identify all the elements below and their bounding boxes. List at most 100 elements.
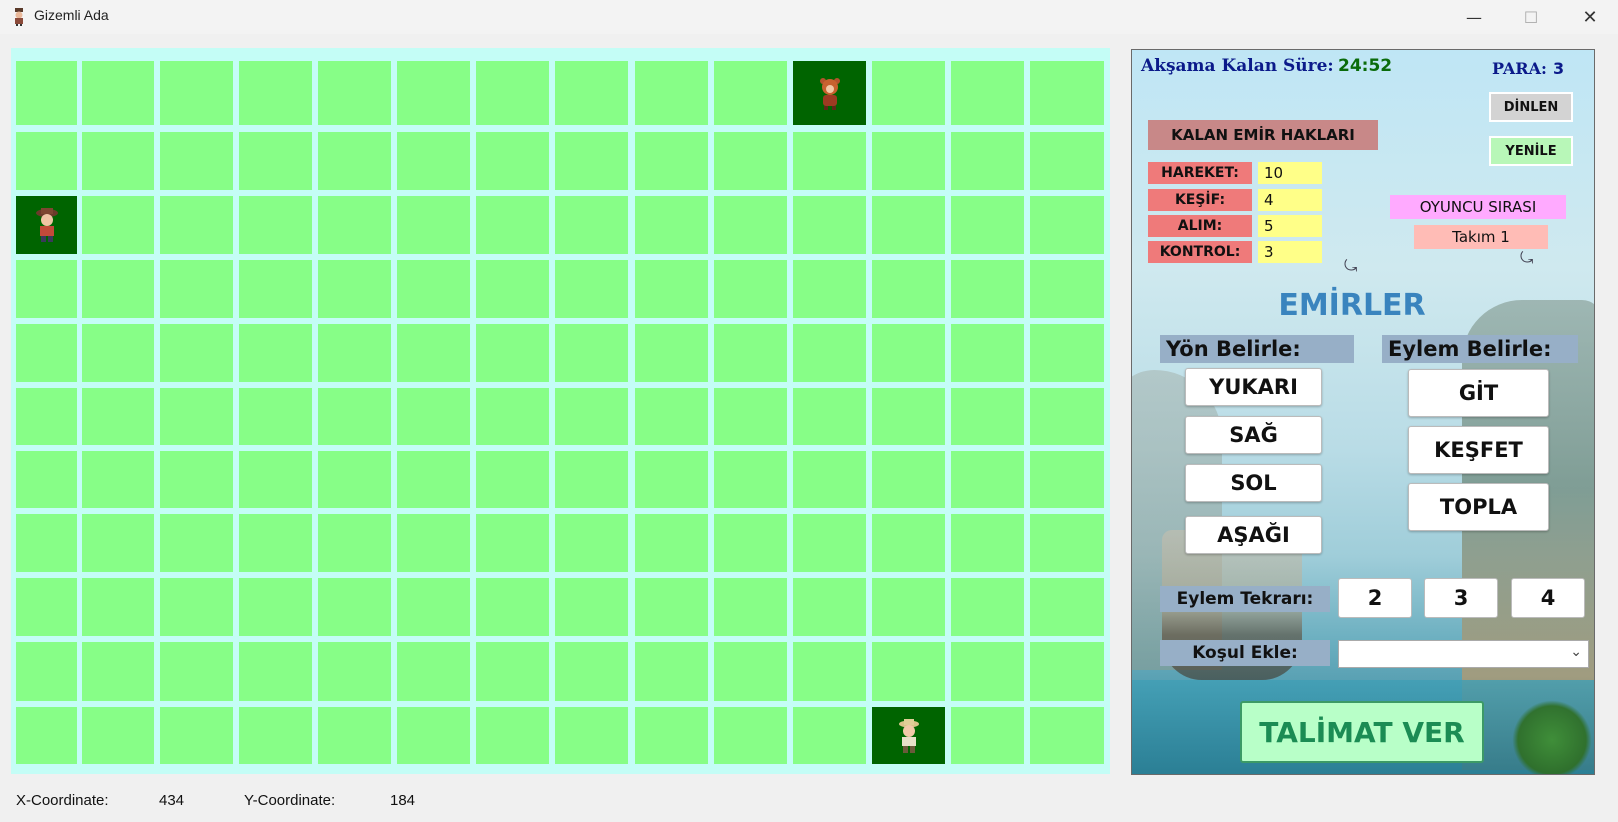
board-cell[interactable] [1030,132,1104,190]
board-cell[interactable] [635,61,708,125]
board-cell[interactable] [397,451,470,508]
board-cell[interactable] [1030,388,1104,445]
board-cell[interactable] [714,451,787,508]
board-cell[interactable] [793,514,866,572]
board-cell[interactable] [82,260,154,318]
board-cell[interactable] [714,578,787,636]
board-cell[interactable] [951,514,1024,572]
board-cell[interactable] [318,61,391,125]
board-cell[interactable] [239,61,312,125]
board-cell[interactable] [951,260,1024,318]
board-cell[interactable] [318,260,391,318]
board-cell[interactable] [1030,324,1104,382]
board-cell[interactable] [476,707,549,764]
board-cell[interactable] [239,196,312,254]
board-cell[interactable] [714,514,787,572]
condition-select[interactable]: ⌄ [1338,640,1589,668]
board-cell[interactable] [951,132,1024,190]
board-cell[interactable] [793,324,866,382]
board-cell[interactable] [872,578,945,636]
board-cell[interactable] [318,578,391,636]
board-cell[interactable] [318,324,391,382]
board-cell[interactable] [555,196,628,254]
board-cell[interactable] [318,132,391,190]
board-cell[interactable] [872,324,945,382]
board-cell[interactable] [793,196,866,254]
board-cell[interactable] [555,642,628,701]
rest-button[interactable]: DİNLEN [1489,92,1573,122]
board-cell[interactable] [318,642,391,701]
board-cell[interactable] [1030,514,1104,572]
board-cell[interactable] [239,132,312,190]
board-cell[interactable] [635,388,708,445]
board-cell[interactable] [714,642,787,701]
board-cell[interactable] [239,260,312,318]
board-cell[interactable] [239,514,312,572]
board-cell[interactable] [951,642,1024,701]
left-button[interactable]: SOL [1185,464,1322,502]
board-cell[interactable] [82,514,154,572]
board-cell[interactable] [951,324,1024,382]
board-cell[interactable] [793,642,866,701]
repeat-2-button[interactable]: 2 [1338,578,1412,618]
board-cell[interactable] [318,196,391,254]
board-cell[interactable] [16,514,77,572]
board-cell[interactable] [239,642,312,701]
board-cell[interactable] [16,132,77,190]
board-cell[interactable] [397,642,470,701]
board-cell[interactable] [16,578,77,636]
board-cell[interactable] [635,260,708,318]
board-cell[interactable] [318,707,391,764]
down-button[interactable]: AŞAĞI [1185,516,1322,554]
board-cell[interactable] [793,61,866,125]
board-cell[interactable] [872,61,945,125]
board-cell[interactable] [160,514,233,572]
board-cell[interactable] [872,451,945,508]
board-cell[interactable] [160,196,233,254]
board-cell[interactable] [160,132,233,190]
minimize-icon[interactable]: — [1446,0,1502,34]
collect-button[interactable]: TOPLA [1408,483,1549,531]
maximize-icon[interactable]: ☐ [1503,0,1559,34]
board-cell[interactable] [82,132,154,190]
board-cell[interactable] [1030,61,1104,125]
board-cell[interactable] [951,196,1024,254]
board-cell[interactable] [635,578,708,636]
board-cell[interactable] [476,132,549,190]
board-cell[interactable] [397,132,470,190]
board-cell[interactable] [160,642,233,701]
board-cell[interactable] [160,324,233,382]
board-cell[interactable] [82,642,154,701]
board-cell[interactable] [951,388,1024,445]
repeat-3-button[interactable]: 3 [1424,578,1498,618]
board-cell[interactable] [555,324,628,382]
board-cell[interactable] [951,61,1024,125]
board-cell[interactable] [397,388,470,445]
board-cell[interactable] [1030,707,1104,764]
board-cell[interactable] [318,514,391,572]
board-cell[interactable] [160,451,233,508]
board-cell[interactable] [793,388,866,445]
board-cell[interactable] [160,707,233,764]
board-cell[interactable] [82,578,154,636]
board-cell[interactable] [555,260,628,318]
board-cell[interactable] [714,61,787,125]
board-cell[interactable] [555,514,628,572]
board-cell[interactable] [951,451,1024,508]
board-cell[interactable] [82,324,154,382]
board-cell[interactable] [951,707,1024,764]
board-cell[interactable] [714,132,787,190]
board-cell[interactable] [397,196,470,254]
go-button[interactable]: GİT [1408,369,1549,417]
board-cell[interactable] [793,132,866,190]
board-cell[interactable] [555,388,628,445]
board-cell[interactable] [239,388,312,445]
board-cell[interactable] [16,260,77,318]
board-cell[interactable] [82,61,154,125]
board-cell[interactable] [476,578,549,636]
board-cell[interactable] [318,451,391,508]
board-cell[interactable] [555,707,628,764]
board-cell[interactable] [793,578,866,636]
board-cell[interactable] [239,707,312,764]
give-instruction-button[interactable]: TALİMAT VER [1240,701,1484,763]
